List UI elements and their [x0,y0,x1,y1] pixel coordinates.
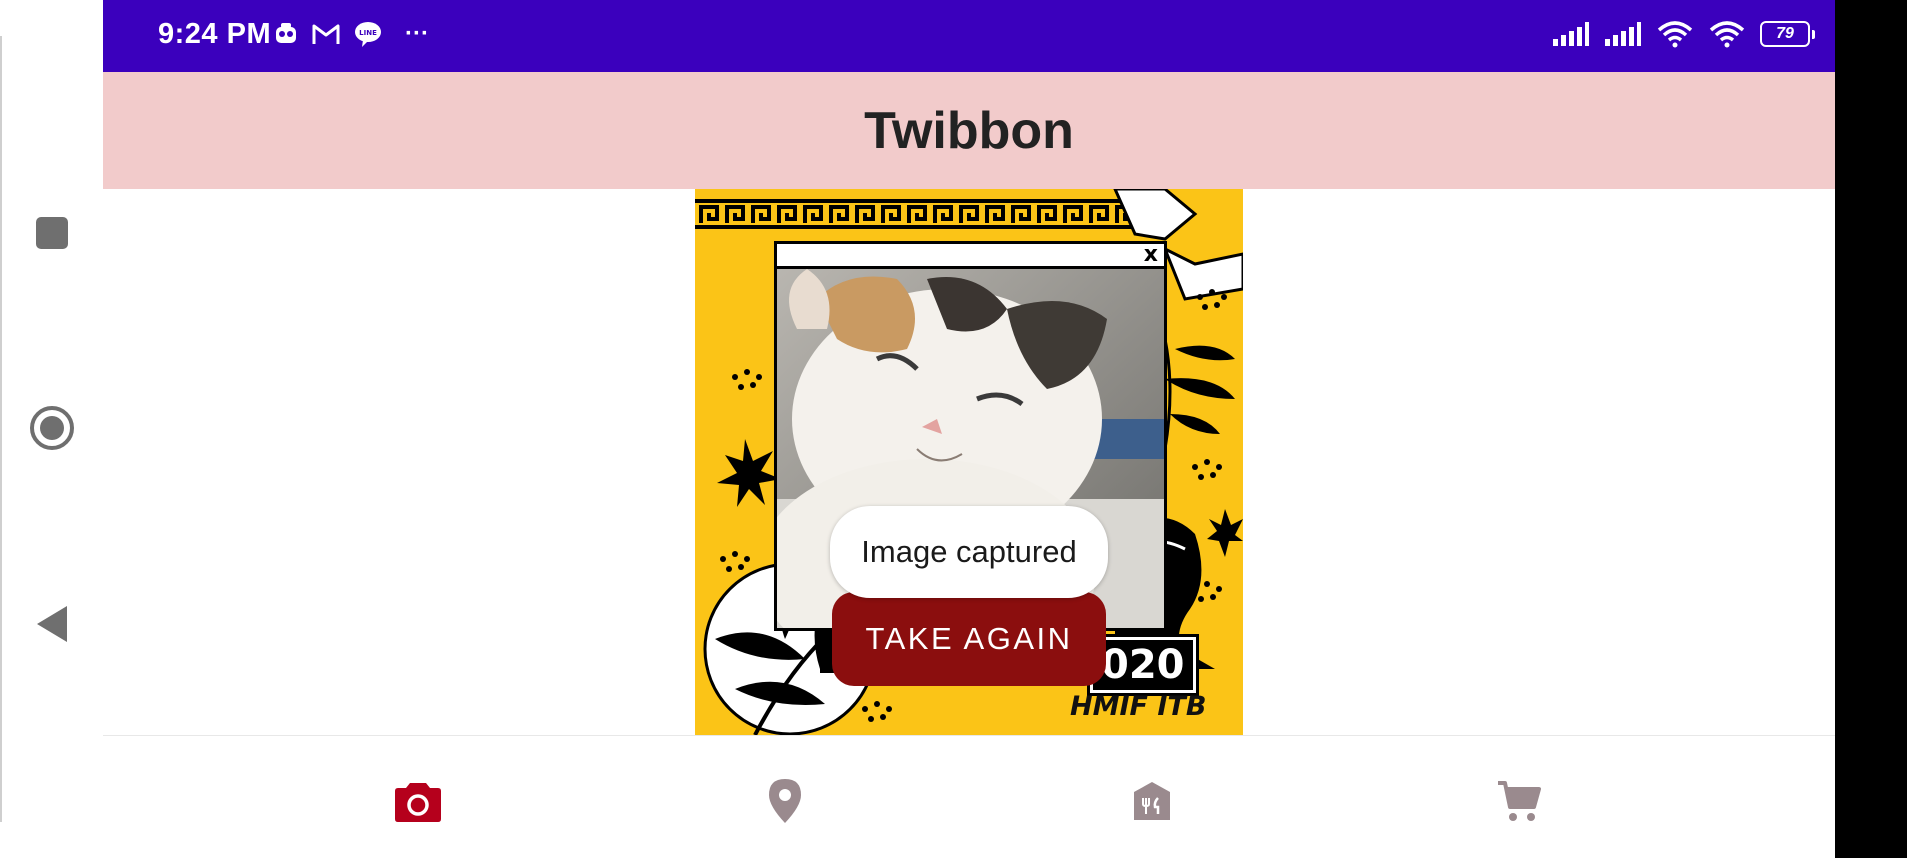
nav-restaurant[interactable] [1122,771,1182,831]
camera-icon [395,783,441,822]
gmail-icon [312,24,340,44]
home-button[interactable] [22,398,82,458]
signal-icon [1553,22,1589,46]
status-bar: 9:24 PM LINE ··· 79 [103,0,1835,72]
recents-button[interactable] [22,203,82,263]
page-title: Twibbon [864,101,1074,160]
more-dots-icon: ··· [405,20,429,47]
nav-cart[interactable] [1489,771,1549,831]
system-nav-rail [0,0,103,858]
mascot-notification-icon [276,23,296,43]
twibbon-org-label: HMIF ITB [1070,691,1207,722]
back-icon [37,606,67,642]
home-icon [30,406,74,450]
nav-location[interactable] [755,771,815,831]
screen-edge [1835,0,1907,858]
take-again-label: TAKE AGAIN [865,621,1073,656]
bottom-navigation [103,735,1835,859]
take-again-button[interactable]: TAKE AGAIN [832,592,1106,686]
line-icon: LINE [355,22,381,47]
notification-icons: LINE ··· [273,20,429,48]
status-time: 9:24 PM [158,18,272,50]
cart-icon [1498,781,1541,821]
battery-icon: 79 [1760,21,1815,47]
restaurant-icon [1134,782,1170,820]
wifi-icon [1709,21,1745,48]
location-pin-icon [769,779,801,823]
signal-icon [1605,22,1641,46]
recents-icon [36,217,68,249]
close-icon: x [1143,242,1158,267]
battery-level: 79 [1776,25,1794,42]
toast-message: Image captured [861,534,1077,569]
toast: Image captured [830,506,1108,598]
rail-divider [0,36,2,822]
wifi-icon [1657,21,1693,48]
nav-camera[interactable] [388,771,448,831]
system-status-icons: 79 [1552,20,1815,48]
photo-window-titlebar: x [777,242,1164,269]
svg-text:LINE: LINE [359,29,377,37]
app-bar: Twibbon [103,72,1835,189]
back-button[interactable] [22,594,82,654]
